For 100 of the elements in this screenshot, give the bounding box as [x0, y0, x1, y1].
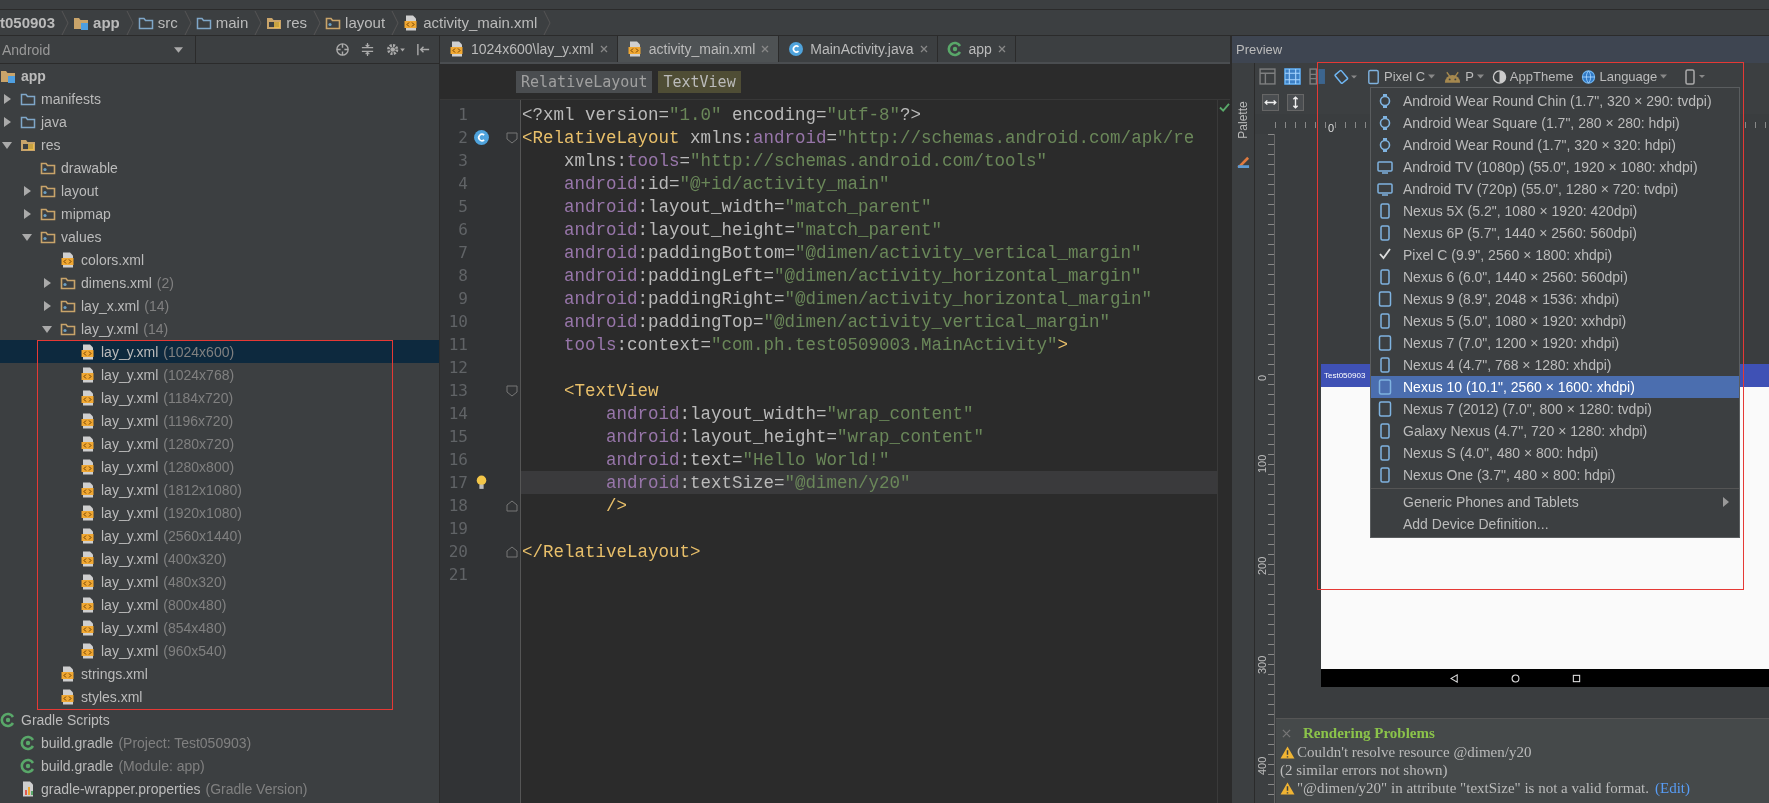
- breadcrumb-item[interactable]: src: [133, 10, 192, 35]
- back-icon[interactable]: [1449, 673, 1459, 683]
- expand-arrow-icon[interactable]: [22, 208, 32, 219]
- menu-item[interactable]: Nexus 6 (6.0", 1440 × 2560: 560dpi): [1371, 266, 1739, 288]
- expand-arrow-icon[interactable]: [42, 323, 52, 334]
- tree-item[interactable]: values: [0, 225, 439, 248]
- menu-item[interactable]: Nexus 7 (2012) (7.0", 800 × 1280: tvdpi): [1371, 398, 1739, 420]
- breadcrumb-item[interactable]: layout: [321, 10, 400, 35]
- tree-item[interactable]: build.gradle (Project: Test050903): [0, 731, 439, 754]
- tree-item[interactable]: lay_y.xml (960x540): [0, 639, 439, 662]
- language-dropdown[interactable]: Language: [1581, 68, 1668, 85]
- tree-item[interactable]: lay_y.xml (1280x800): [0, 455, 439, 478]
- grid-icon[interactable]: [1284, 68, 1301, 85]
- expand-arrow-icon[interactable]: [22, 185, 32, 196]
- api-dropdown[interactable]: P: [1443, 69, 1484, 84]
- menu-item[interactable]: Generic Phones and Tablets: [1371, 491, 1739, 513]
- tree-item[interactable]: lay_y.xml (1024x600): [0, 340, 439, 363]
- tree-item[interactable]: lay_y.xml (1196x720): [0, 409, 439, 432]
- menu-item[interactable]: Nexus S (4.0", 480 × 800: hdpi): [1371, 442, 1739, 464]
- tree-item[interactable]: lay_x.xml (14): [0, 294, 439, 317]
- breadcrumb-item[interactable]: activity_main.xml: [399, 10, 552, 35]
- breadcrumb-item[interactable]: res: [262, 10, 322, 35]
- menu-item[interactable]: Nexus 5X (5.2", 1080 × 1920: 420dpi): [1371, 200, 1739, 222]
- tree-item[interactable]: manifests: [0, 87, 439, 110]
- rotate-icon[interactable]: [1334, 68, 1358, 85]
- menu-item[interactable]: Galaxy Nexus (4.7", 720 × 1280: xhdpi): [1371, 420, 1739, 442]
- tree-item[interactable]: res: [0, 133, 439, 156]
- theme-dropdown[interactable]: AppTheme: [1491, 68, 1574, 85]
- editor-tab[interactable]: activity_main.xml: [617, 36, 780, 62]
- tree-item[interactable]: styles.xml: [0, 685, 439, 708]
- tree-item[interactable]: build.gradle (Module: app): [0, 754, 439, 777]
- hide-icon[interactable]: [416, 42, 431, 57]
- breadcrumb-item[interactable]: app: [69, 10, 134, 35]
- menu-item[interactable]: Nexus One (3.7", 480 × 800: hdpi): [1371, 464, 1739, 486]
- tree-item[interactable]: Gradle Scripts: [0, 708, 439, 731]
- tree-item[interactable]: lay_y.xml (1920x1080): [0, 501, 439, 524]
- tree-item[interactable]: lay_y.xml (480x320): [0, 570, 439, 593]
- fold-marker-icon[interactable]: [506, 131, 518, 144]
- menu-item[interactable]: Add Device Definition...: [1371, 513, 1739, 535]
- edit-link[interactable]: (Edit): [1655, 779, 1690, 797]
- tree-item[interactable]: colors.xml: [0, 248, 439, 271]
- layout-icon[interactable]: [1259, 68, 1276, 85]
- menu-item[interactable]: Nexus 4 (4.7", 768 × 1280: xhdpi): [1371, 354, 1739, 376]
- close-icon[interactable]: [997, 45, 1006, 53]
- fold-marker-icon[interactable]: [506, 384, 518, 397]
- tree-item[interactable]: lay_y.xml (400x320): [0, 547, 439, 570]
- tree-item[interactable]: lay_y.xml (1812x1080): [0, 478, 439, 501]
- close-icon[interactable]: [919, 45, 928, 53]
- expand-arrow-icon[interactable]: [2, 116, 12, 127]
- tree-item[interactable]: lay_y.xml (1184x720): [0, 386, 439, 409]
- palette-icon[interactable]: [1236, 155, 1250, 168]
- palette-tab[interactable]: Palette: [1236, 101, 1250, 139]
- breadcrumb-item[interactable]: main: [191, 10, 263, 35]
- menu-item[interactable]: Nexus 10 (10.1", 2560 × 1600: xhdpi): [1371, 376, 1739, 398]
- close-icon[interactable]: [599, 45, 608, 53]
- tree-item[interactable]: mipmap: [0, 202, 439, 225]
- tree-item[interactable]: app: [0, 64, 439, 87]
- class-icon[interactable]: [472, 129, 490, 146]
- fold-marker-icon[interactable]: [506, 499, 518, 512]
- height-arrows-icon[interactable]: [1287, 93, 1304, 111]
- tree-item[interactable]: layout: [0, 179, 439, 202]
- tree-item[interactable]: lay_y.xml (800x480): [0, 593, 439, 616]
- menu-item[interactable]: Nexus 5 (5.0", 1080 × 1920: xxhdpi): [1371, 310, 1739, 332]
- tree-item[interactable]: dimens.xml (2): [0, 271, 439, 294]
- tree-item[interactable]: lay_y.xml (2560x1440): [0, 524, 439, 547]
- device-mode-button[interactable]: [1683, 68, 1708, 85]
- menu-item[interactable]: Android TV (720p) (55.0", 1280 × 720: tvdpi): [1371, 178, 1739, 200]
- menu-item[interactable]: Android TV (1080p) (55.0", 1920 × 1080: xhdpi): [1371, 156, 1739, 178]
- breadcrumb-tag[interactable]: TextView: [658, 70, 741, 93]
- crosshair-icon[interactable]: [335, 42, 350, 57]
- expand-arrow-icon[interactable]: [42, 277, 52, 288]
- tree-item[interactable]: lay_y.xml (14): [0, 317, 439, 340]
- tree-item[interactable]: gradle-wrapper.properties (Gradle Version): [0, 777, 439, 800]
- home-icon[interactable]: [1510, 673, 1520, 683]
- width-arrows-icon[interactable]: [1262, 93, 1279, 111]
- collapse-icon[interactable]: [360, 42, 375, 57]
- recents-icon[interactable]: [1571, 673, 1581, 683]
- breadcrumb-tag[interactable]: RelativeLayout: [516, 70, 653, 93]
- breadcrumb-item[interactable]: t050903: [0, 10, 70, 35]
- tree-item[interactable]: java: [0, 110, 439, 133]
- split-view-icon[interactable]: [1309, 68, 1326, 85]
- view-dropdown[interactable]: Android: [0, 36, 196, 63]
- fold-marker-icon[interactable]: [506, 545, 518, 558]
- menu-item[interactable]: Nexus 9 (8.9", 2048 × 1536: xhdpi): [1371, 288, 1739, 310]
- tree-item[interactable]: strings.xml: [0, 662, 439, 685]
- device-dropdown[interactable]: Pixel C: [1366, 68, 1436, 85]
- menu-item[interactable]: Nexus 7 (7.0", 1200 × 1920: xhdpi): [1371, 332, 1739, 354]
- expand-arrow-icon[interactable]: [2, 93, 12, 104]
- menu-item[interactable]: Android Wear Square (1.7", 280 × 280: hdpi): [1371, 112, 1739, 134]
- expand-arrow-icon[interactable]: [42, 300, 52, 311]
- tree-item[interactable]: lay_y.xml (854x480): [0, 616, 439, 639]
- menu-item[interactable]: Android Wear Round Chin (1.7", 320 × 290: tvdpi): [1371, 90, 1739, 112]
- tree-item[interactable]: drawable: [0, 156, 439, 179]
- menu-item[interactable]: Android Wear Round (1.7", 320 × 320: hdpi): [1371, 134, 1739, 156]
- tree-item[interactable]: lay_y.xml (1280x720): [0, 432, 439, 455]
- menu-item[interactable]: Nexus 6P (5.7", 1440 × 2560: 560dpi): [1371, 222, 1739, 244]
- settings-icon[interactable]: [385, 42, 406, 57]
- expand-arrow-icon[interactable]: [2, 139, 12, 150]
- expand-arrow-icon[interactable]: [22, 231, 32, 242]
- menu-item[interactable]: Pixel C (9.9", 2560 × 1800: xhdpi): [1371, 244, 1739, 266]
